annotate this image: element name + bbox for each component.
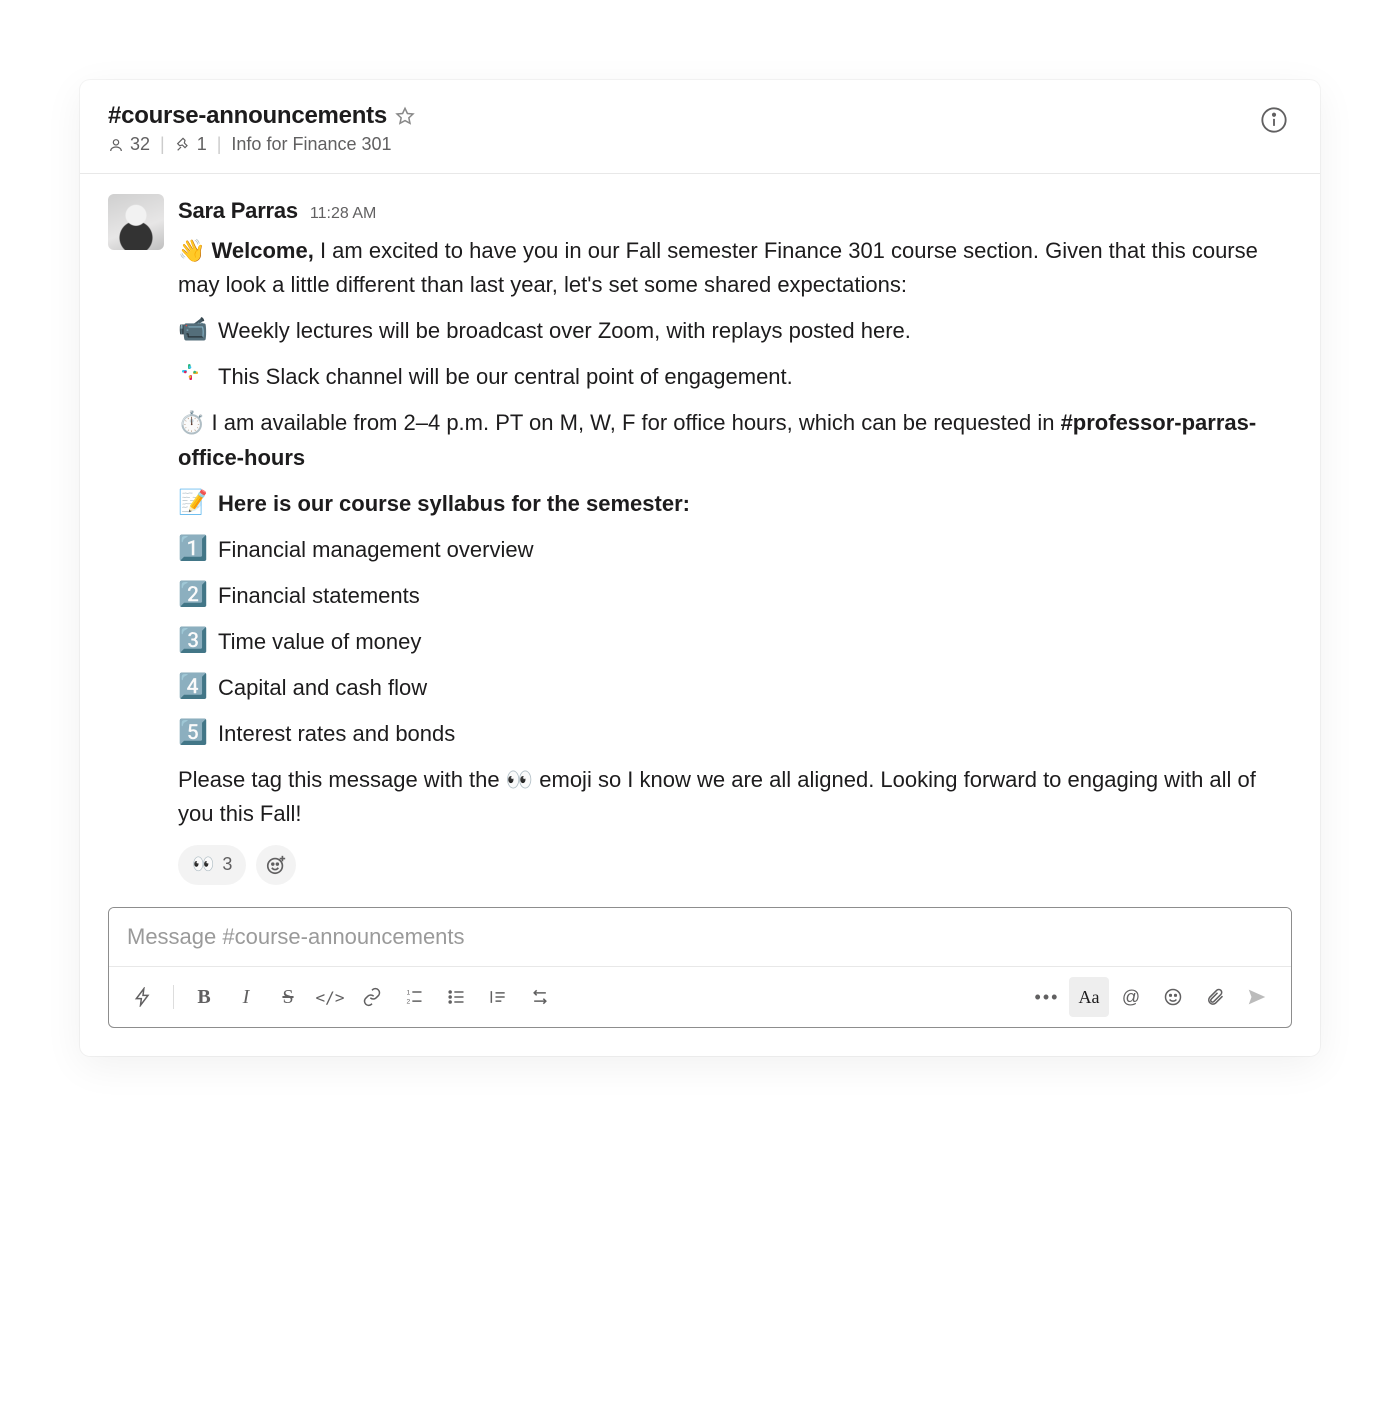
keycap-4-emoji: 4️⃣ [178, 671, 208, 702]
bullet-lectures: 📹 Weekly lectures will be broadcast over… [178, 314, 1292, 348]
bullet-list-button[interactable] [436, 977, 476, 1017]
meta-separator: | [217, 134, 222, 155]
syllabus-item-5: 5️⃣ Interest rates and bonds [178, 717, 1292, 751]
emoji-button[interactable] [1153, 977, 1193, 1017]
office-text: I am available from 2–4 p.m. PT on M, W,… [212, 410, 1061, 435]
keycap-3-emoji: 3️⃣ [178, 625, 208, 656]
toolbar-right: ••• Aa @ [1027, 977, 1277, 1017]
add-reaction-button[interactable] [256, 845, 296, 885]
channel-topic[interactable]: Info for Finance 301 [231, 134, 391, 155]
message-body: Sara Parras 11:28 AM 👋 Welcome, I am exc… [178, 194, 1292, 885]
intro-rest: I am excited to have you in our Fall sem… [178, 238, 1258, 297]
intro-bold: Welcome, [212, 238, 314, 263]
message: Sara Parras 11:28 AM 👋 Welcome, I am exc… [80, 174, 1320, 907]
code-block-button[interactable] [520, 977, 560, 1017]
syllabus-heading-line: 📝 Here is our course syllabus for the se… [178, 487, 1292, 521]
bold-button[interactable]: B [184, 977, 224, 1017]
camera-emoji: 📹 [178, 314, 208, 345]
member-count-value: 32 [130, 134, 150, 155]
svg-text:1: 1 [407, 990, 411, 997]
pin-count-value: 1 [197, 134, 207, 155]
toolbar-left: B I S </> 12 [123, 977, 560, 1017]
composer-toolbar: B I S </> 12 [109, 966, 1291, 1027]
wave-emoji: 👋 [178, 238, 205, 263]
reaction-emoji: 👀 [192, 851, 214, 879]
reaction-eyes[interactable]: 👀 3 [178, 845, 246, 885]
channel-card: #course-announcements 32 | 1 | Info for … [80, 80, 1320, 1056]
keycap-5-emoji: 5️⃣ [178, 717, 208, 748]
composer: B I S </> 12 [108, 907, 1292, 1028]
closing-paragraph: Please tag this message with the 👀 emoji… [178, 763, 1292, 831]
format-toggle-button[interactable]: Aa [1069, 977, 1109, 1017]
reaction-count: 3 [222, 851, 232, 879]
stopwatch-emoji: ⏱️ [178, 410, 205, 435]
mention-button[interactable]: @ [1111, 977, 1151, 1017]
toolbar-separator [173, 985, 174, 1009]
bullet-slack: This Slack channel will be our central p… [178, 360, 1292, 394]
syllabus-item-4: 4️⃣ Capital and cash flow [178, 671, 1292, 705]
code-button[interactable]: </> [310, 977, 350, 1017]
bullet-text: This Slack channel will be our central p… [218, 360, 793, 394]
svg-text:2: 2 [407, 999, 411, 1006]
header-left: #course-announcements 32 | 1 | Info for … [108, 102, 415, 155]
eyes-emoji: 👀 [506, 767, 533, 792]
pin-count[interactable]: 1 [175, 134, 207, 155]
channel-header: #course-announcements 32 | 1 | Info for … [80, 80, 1320, 174]
reactions-bar: 👀 3 [178, 845, 1292, 885]
shortcuts-icon[interactable] [123, 977, 163, 1017]
send-button[interactable] [1237, 977, 1277, 1017]
strikethrough-button[interactable]: S [268, 977, 308, 1017]
meta-separator: | [160, 134, 165, 155]
office-hours-line: ⏱️ I am available from 2–4 p.m. PT on M,… [178, 406, 1292, 474]
attach-button[interactable] [1195, 977, 1235, 1017]
avatar[interactable] [108, 194, 164, 250]
link-button[interactable] [352, 977, 392, 1017]
syllabus-text: Interest rates and bonds [218, 717, 455, 751]
syllabus-heading: Here is our course syllabus for the seme… [218, 487, 690, 521]
timestamp[interactable]: 11:28 AM [310, 202, 376, 227]
keycap-1-emoji: 1️⃣ [178, 533, 208, 564]
memo-emoji: 📝 [178, 487, 208, 518]
add-reaction-icon [265, 854, 287, 876]
syllabus-text: Time value of money [218, 625, 421, 659]
blockquote-button[interactable] [478, 977, 518, 1017]
syllabus-item-2: 2️⃣ Financial statements [178, 579, 1292, 613]
header-meta: 32 | 1 | Info for Finance 301 [108, 134, 415, 155]
syllabus-item-3: 3️⃣ Time value of money [178, 625, 1292, 659]
syllabus-item-1: 1️⃣ Financial management overview [178, 533, 1292, 567]
intro-paragraph: 👋 Welcome, I am excited to have you in o… [178, 234, 1292, 302]
pin-icon [175, 137, 191, 153]
more-button[interactable]: ••• [1027, 977, 1067, 1017]
channel-title-row: #course-announcements [108, 102, 415, 130]
channel-name[interactable]: #course-announcements [108, 102, 387, 130]
person-icon [108, 137, 124, 153]
composer-region: B I S </> 12 [80, 907, 1320, 1056]
keycap-2-emoji: 2️⃣ [178, 579, 208, 610]
syllabus-text: Financial statements [218, 579, 420, 613]
message-input[interactable] [109, 908, 1291, 966]
message-header: Sara Parras 11:28 AM [178, 194, 1292, 228]
author-name[interactable]: Sara Parras [178, 194, 298, 228]
bullet-text: Weekly lectures will be broadcast over Z… [218, 314, 911, 348]
info-icon[interactable] [1256, 102, 1292, 138]
closing-before: Please tag this message with the [178, 767, 506, 792]
syllabus-text: Capital and cash flow [218, 671, 427, 705]
syllabus-text: Financial management overview [218, 533, 534, 567]
ordered-list-button[interactable]: 12 [394, 977, 434, 1017]
member-count[interactable]: 32 [108, 134, 150, 155]
italic-button[interactable]: I [226, 977, 266, 1017]
star-icon[interactable] [395, 106, 415, 126]
slack-icon [178, 360, 208, 384]
